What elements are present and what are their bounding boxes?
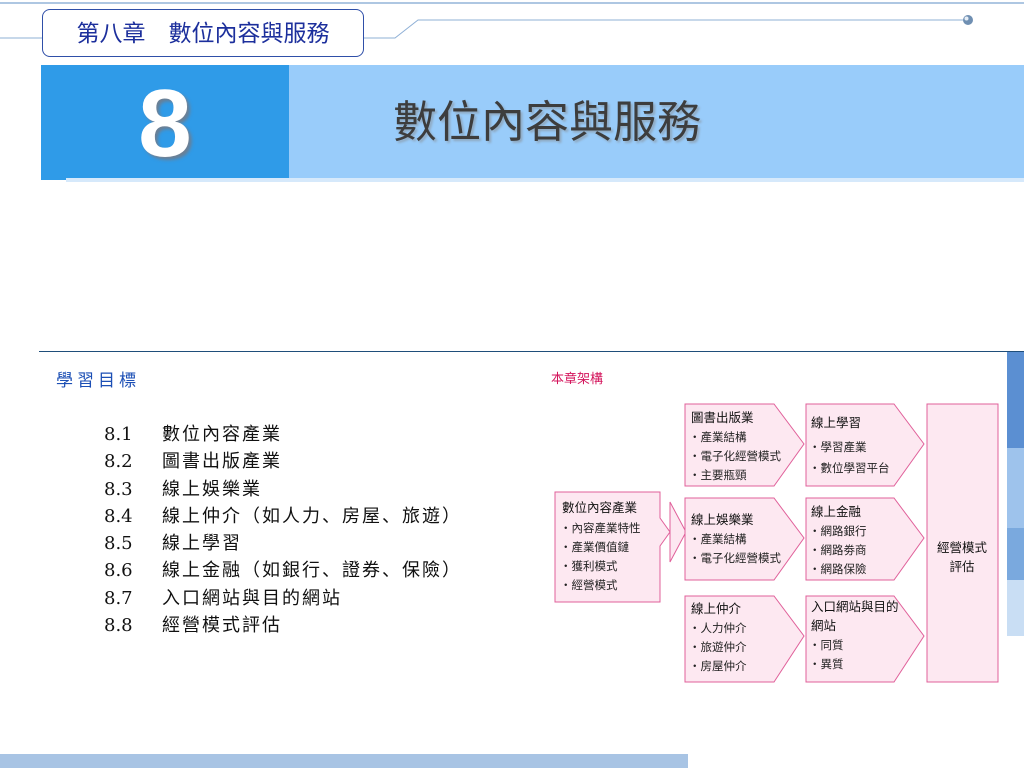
objective-number: 8.7	[104, 587, 133, 609]
objective-text: 線上仲介（如人力、房屋、旅遊）	[162, 505, 462, 527]
node-item: ‧同質	[809, 638, 844, 652]
final-title-line2: 評估	[949, 559, 974, 574]
objective-text: 入口網站與目的網站	[162, 587, 342, 609]
objectives-heading: 學習目標	[56, 371, 140, 391]
side-strip	[1007, 580, 1024, 636]
root-item: ‧經營模式	[560, 578, 618, 592]
objective-item: 8.3 線上娛樂業	[104, 476, 462, 503]
objective-item: 8.2 圖書出版產業	[104, 448, 462, 475]
node-title: 入口網站與目的	[811, 599, 899, 614]
objective-text: 圖書出版產業	[162, 451, 282, 473]
objectives-list: 8.1 數位內容產業 8.2 圖書出版產業 8.3 線上娛樂業 8.4 線上仲介（如人力…	[104, 421, 462, 639]
footer-bar	[0, 754, 688, 768]
root-item: ‧產業價值鏈	[560, 540, 629, 554]
objective-text: 經營模式評估	[162, 615, 282, 637]
objective-text: 線上娛樂業	[162, 478, 262, 500]
node-item: ‧電子化經營模式	[689, 551, 781, 565]
final-title: 經營模式	[937, 540, 988, 555]
side-strip	[1007, 352, 1024, 448]
objective-text: 線上金融（如銀行、證券、保險）	[162, 560, 462, 582]
root-title: 數位內容產業	[562, 500, 638, 515]
node-item: ‧網路銀行	[809, 524, 867, 538]
root-item: ‧內容產業特性	[560, 521, 641, 535]
node-item: ‧人力仲介	[689, 621, 747, 635]
chapter-title: 數位內容與服務	[393, 97, 701, 148]
node-title-line2: 網站	[811, 618, 836, 633]
objective-number: 8.3	[104, 478, 133, 500]
section-divider	[39, 351, 1024, 352]
node-title: 線上仲介	[691, 601, 742, 616]
node-title: 線上娛樂業	[691, 512, 754, 527]
structure-label: 本章架構	[551, 371, 604, 386]
objective-item: 8.5 線上學習	[104, 530, 462, 557]
node-item: ‧產業結構	[689, 532, 747, 546]
objective-number: 8.8	[104, 615, 133, 637]
node-title: 圖書出版業	[691, 410, 754, 425]
objective-item: 8.7 入口網站與目的網站	[104, 585, 462, 612]
objective-number: 8.2	[104, 451, 133, 473]
connector-arrow	[669, 501, 687, 563]
objective-item: 8.1 數位內容產業	[104, 421, 462, 448]
node-item: ‧旅遊仲介	[689, 640, 747, 654]
node-item: ‧房屋仲介	[689, 659, 747, 673]
objective-text: 線上學習	[162, 533, 242, 555]
objective-number: 8.4	[104, 505, 133, 527]
objective-item: 8.8 經營模式評估	[104, 612, 462, 639]
node-title: 線上金融	[811, 504, 862, 519]
chapter-number: 8	[138, 70, 192, 177]
node-item: ‧數位學習平台	[809, 461, 890, 475]
side-strip	[1007, 528, 1024, 580]
objective-number: 8.1	[104, 424, 133, 445]
node-item: ‧電子化經營模式	[689, 449, 781, 463]
objective-text: 數位內容產業	[162, 424, 282, 445]
node-item: ‧主要瓶頸	[689, 468, 747, 482]
node-item: ‧產業結構	[689, 430, 747, 444]
objective-number: 8.5	[104, 533, 133, 555]
node-item: ‧異質	[809, 657, 844, 671]
objective-item: 8.4 線上仲介（如人力、房屋、旅遊）	[104, 503, 462, 530]
node-item: ‧學習產業	[809, 440, 867, 454]
node-item: ‧網路保險	[809, 562, 867, 576]
objective-number: 8.6	[104, 560, 133, 582]
root-item: ‧獲利模式	[560, 559, 618, 573]
chapter-structure-diagram: 數位內容產業 ‧內容產業特性 ‧產業價值鏈 ‧獲利模式 ‧經營模式 圖書出版業 …	[554, 403, 999, 683]
objective-item: 8.6 線上金融（如銀行、證券、保險）	[104, 557, 462, 584]
side-strip	[1007, 448, 1024, 528]
chapter-tab: 第八章 數位內容與服務	[42, 9, 364, 57]
node-title: 線上學習	[811, 415, 861, 430]
node-item: ‧網路劵商	[809, 543, 867, 557]
